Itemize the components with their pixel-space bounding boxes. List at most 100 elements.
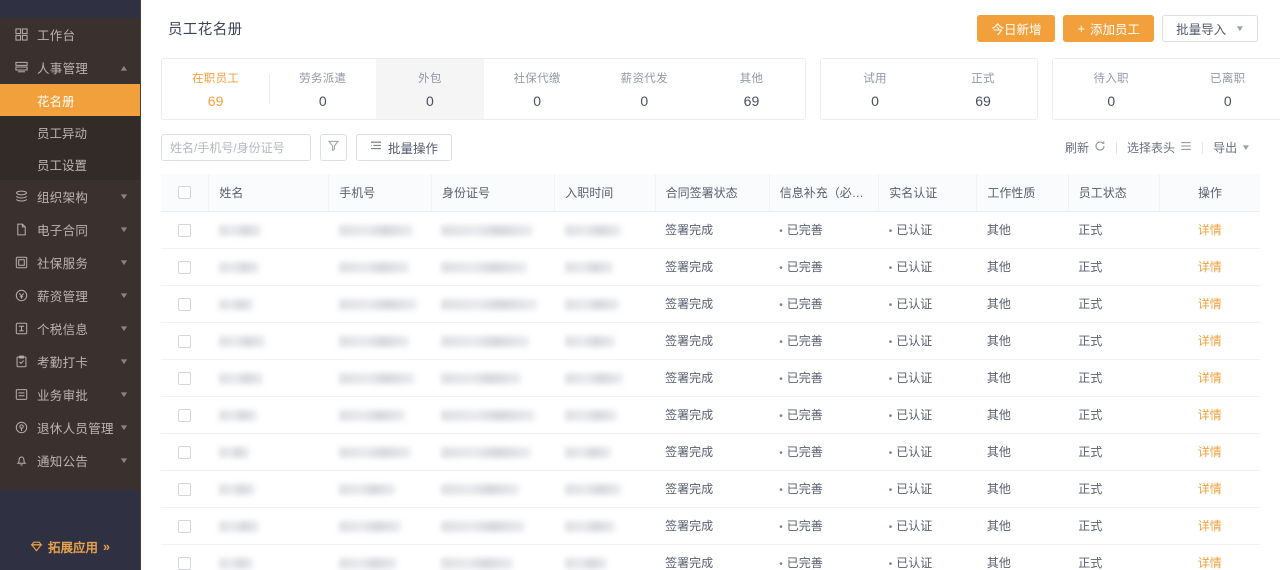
stat-payroll-agency[interactable]: 薪资代发 0 <box>591 59 698 119</box>
info-status-badge: 已完善 <box>779 260 823 274</box>
detail-link[interactable]: 详情 <box>1198 556 1222 570</box>
sidebar-item-retired-management[interactable]: 退休人员管理 ▼ <box>0 411 140 444</box>
columns-icon <box>1180 140 1192 155</box>
stat-resigned[interactable]: 已离职 0 <box>1170 59 1280 119</box>
search-input[interactable] <box>170 140 325 155</box>
sidebar-item-business-approval[interactable]: 业务审批 ▼ <box>0 378 140 411</box>
table-row[interactable]: 签署完成已完善 已认证 其他正式 详情 <box>161 433 1260 471</box>
row-checkbox[interactable] <box>178 223 192 237</box>
detail-link[interactable]: 详情 <box>1198 408 1222 422</box>
expand-apps-button[interactable]: 拓展应用 » <box>30 537 110 556</box>
detail-link[interactable]: 详情 <box>1198 297 1222 311</box>
batch-import-button[interactable]: 批量导入 ▼ <box>1162 14 1258 42</box>
app-root: 工作台 人事管理 ▼ 花名册 员工异动 员工设置 组织架构 ▼ 电子合同 ▼ 社… <box>0 0 1280 570</box>
row-checkbox[interactable] <box>178 519 192 533</box>
detail-link[interactable]: 详情 <box>1198 334 1222 348</box>
detail-link[interactable]: 详情 <box>1198 445 1222 459</box>
sidebar-item-employee-settings[interactable]: 员工设置 <box>0 148 140 180</box>
table-row[interactable]: 签署完成已完善 已认证 其他正式 详情 <box>161 396 1260 434</box>
stat-in-service[interactable]: 在职员工 69 <box>162 59 269 119</box>
column-header-name[interactable]: 姓名 <box>208 174 330 212</box>
table-row[interactable]: 签署完成已完善 已认证 其他正式 详情 <box>161 507 1260 545</box>
row-checkbox[interactable] <box>178 445 192 459</box>
column-header-phone[interactable]: 手机号 <box>328 174 432 212</box>
sidebar-item-org-structure[interactable]: 组织架构 ▼ <box>0 180 140 213</box>
add-employee-button[interactable]: + 添加员工 <box>1063 14 1155 42</box>
row-checkbox[interactable] <box>178 408 192 422</box>
shield-icon <box>14 256 28 270</box>
column-header-real-name[interactable]: 实名认证 <box>878 174 978 212</box>
detail-link[interactable]: 详情 <box>1198 519 1222 533</box>
detail-link[interactable]: 详情 <box>1198 482 1222 496</box>
column-header-actions: 操作 <box>1159 174 1260 212</box>
stat-regular[interactable]: 正式 69 <box>929 59 1037 119</box>
sidebar-item-employee-changes[interactable]: 员工异动 <box>0 116 140 148</box>
cell-work-type: 其他 <box>976 396 1069 434</box>
column-header-info-supplement[interactable]: 信息补充（必填... <box>769 174 880 212</box>
column-header-sign-status[interactable]: 合同签署状态 <box>655 174 770 212</box>
row-checkbox[interactable] <box>178 334 192 348</box>
cell-work-type: 其他 <box>976 322 1069 360</box>
sidebar-item-e-contract[interactable]: 电子合同 ▼ <box>0 213 140 246</box>
column-header-work-type[interactable]: 工作性质 <box>976 174 1069 212</box>
cell-actions: 详情 <box>1159 322 1260 360</box>
today-new-button[interactable]: 今日新增 <box>977 14 1056 42</box>
cell-hire-date <box>554 211 656 249</box>
table-row[interactable]: 签署完成已完善 已认证 其他正式 详情 <box>161 470 1260 508</box>
redacted-value <box>564 298 619 310</box>
row-checkbox[interactable] <box>178 371 192 385</box>
column-header-hire-date[interactable]: 入职时间 <box>554 174 656 212</box>
redacted-value <box>441 409 536 421</box>
search-box[interactable] <box>161 134 337 161</box>
export-button[interactable]: 导出 ▼ <box>1203 139 1260 156</box>
cell-real-name-auth: 已认证 <box>878 322 977 360</box>
redacted-value <box>441 224 534 236</box>
sidebar-item-workbench[interactable]: 工作台 <box>0 18 140 51</box>
sidebar-item-hr-management[interactable]: 人事管理 ▼ <box>0 51 140 84</box>
stat-label: 薪资代发 <box>620 72 668 85</box>
detail-link[interactable]: 详情 <box>1198 260 1222 274</box>
stat-outsourcing[interactable]: 外包 0 <box>376 59 484 119</box>
row-checkbox[interactable] <box>178 260 192 274</box>
detail-link[interactable]: 详情 <box>1198 371 1222 385</box>
refresh-icon <box>1094 140 1106 155</box>
detail-link[interactable]: 详情 <box>1198 223 1222 237</box>
stat-pending-onboarding[interactable]: 待入职 0 <box>1053 59 1170 119</box>
cell-hire-date <box>554 322 656 360</box>
stat-other[interactable]: 其他 69 <box>698 59 805 119</box>
stat-labor-dispatch[interactable]: 劳务派遣 0 <box>269 59 376 119</box>
refresh-button[interactable]: 刷新 <box>1055 139 1116 156</box>
sidebar-item-social-security[interactable]: 社保服务 ▼ <box>0 246 140 279</box>
table-row[interactable]: 签署完成已完善 已认证 其他正式 详情 <box>161 248 1260 286</box>
stat-label: 待入职 <box>1093 72 1129 85</box>
cell-info-supplement: 已完善 <box>769 211 879 249</box>
filter-button[interactable] <box>320 134 347 161</box>
bell-icon <box>14 454 28 468</box>
column-header-emp-status[interactable]: 员工状态 <box>1068 174 1161 212</box>
stat-probation[interactable]: 试用 0 <box>821 59 929 119</box>
sidebar-item-tax-info[interactable]: 个税信息 ▼ <box>0 312 140 345</box>
row-checkbox[interactable] <box>178 556 192 570</box>
batch-operation-button[interactable]: 批量操作 <box>356 134 453 161</box>
redacted-value <box>218 557 253 569</box>
column-header-id-number[interactable]: 身份证号 <box>431 174 556 212</box>
sidebar-item-attendance[interactable]: 考勤打卡 ▼ <box>0 345 140 378</box>
stat-social-insurance-agency[interactable]: 社保代缴 0 <box>484 59 591 119</box>
retire-icon <box>14 421 28 435</box>
row-select-cell <box>161 322 209 360</box>
row-checkbox[interactable] <box>178 297 192 311</box>
table-row[interactable]: 签署完成已完善 已认证 其他正式 详情 <box>161 322 1260 360</box>
cell-real-name-auth: 已认证 <box>878 211 977 249</box>
table-row[interactable]: 签署完成已完善 已认证 其他正式 详情 <box>161 359 1260 397</box>
table-row[interactable]: 签署完成已完善 已认证 其他正式 详情 <box>161 211 1260 249</box>
sidebar-item-roster[interactable]: 花名册 <box>0 84 140 116</box>
table-row[interactable]: 签署完成已完善 已认证 其他正式 详情 <box>161 544 1260 570</box>
table-row[interactable]: 签署完成已完善 已认证 其他正式 详情 <box>161 285 1260 323</box>
cell-id-number <box>431 322 555 360</box>
row-checkbox[interactable] <box>178 482 192 496</box>
sidebar-item-announcements[interactable]: 通知公告 ▼ <box>0 444 140 477</box>
sidebar-item-salary[interactable]: 薪资管理 ▼ <box>0 279 140 312</box>
cell-phone <box>328 470 432 508</box>
select-all-checkbox[interactable] <box>178 186 192 200</box>
select-columns-button[interactable]: 选择表头 <box>1117 139 1202 156</box>
